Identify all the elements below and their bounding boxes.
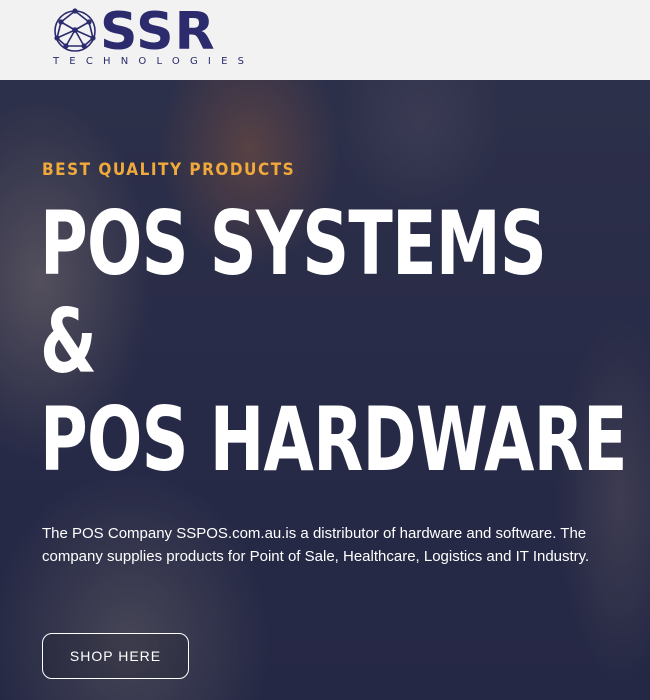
headline-line-1: POS SYSTEMS bbox=[40, 192, 547, 295]
hero-headline: POS SYSTEMS & POS HARDWARE bbox=[40, 195, 640, 489]
headline-line-3: POS HARDWARE bbox=[40, 388, 628, 491]
logo-wordmark: SSR bbox=[100, 2, 216, 62]
network-globe-icon bbox=[54, 8, 96, 52]
ssr-technologies-logo[interactable]: SSR TECHNOLOGIES bbox=[52, 2, 262, 72]
site-header: SSR TECHNOLOGIES bbox=[0, 0, 650, 80]
headline-line-2: & bbox=[40, 290, 97, 393]
hero-banner: BEST QUALITY PRODUCTS POS SYSTEMS & POS … bbox=[0, 80, 650, 700]
hero-eyebrow: BEST QUALITY PRODUCTS bbox=[42, 160, 296, 180]
shop-here-button[interactable]: SHOP HERE bbox=[42, 633, 189, 679]
logo-tagline: TECHNOLOGIES bbox=[53, 56, 255, 67]
hero-description: The POS Company SSPOS.com.au.is a distri… bbox=[42, 525, 590, 565]
